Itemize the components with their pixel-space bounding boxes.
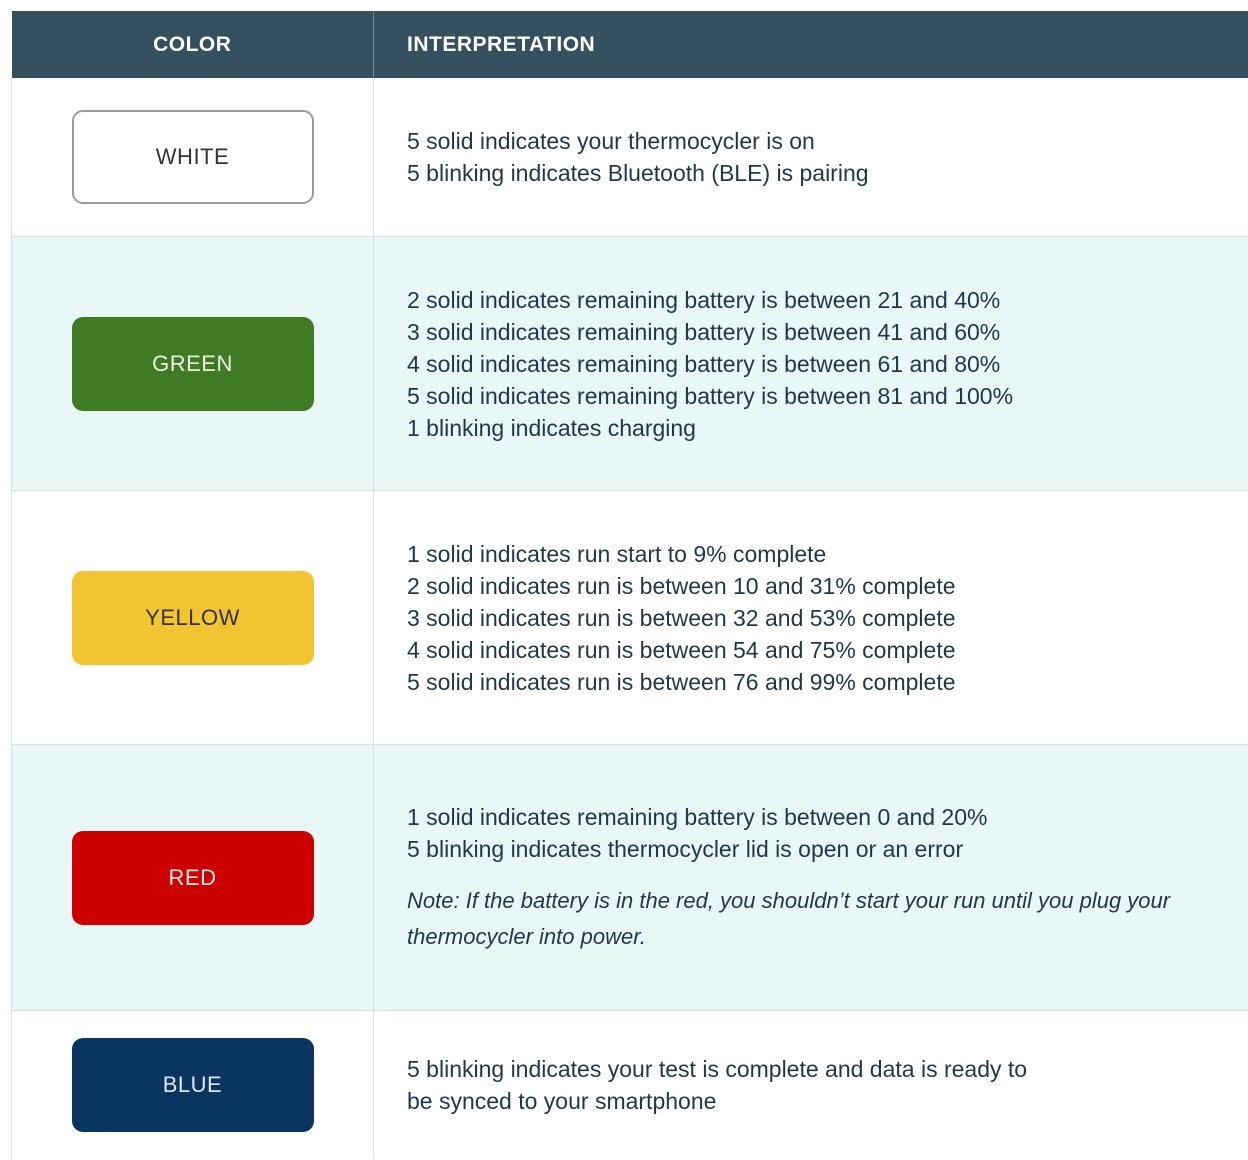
- table-row: YELLOW 1 solid indicates run start to 9%…: [11, 490, 1248, 745]
- interpretation-cell: 5 blinking indicates your test is comple…: [373, 1010, 1248, 1159]
- yellow-swatch: YELLOW: [71, 570, 314, 665]
- interpretation-line: be synced to your smartphone: [407, 1088, 717, 1114]
- interpretation-line: 4 solid indicates run is between 54 and …: [407, 636, 956, 663]
- interpretation-line: 5 solid indicates remaining battery is b…: [407, 382, 1014, 409]
- interpretation-line: 1 solid indicates run start to 9% comple…: [407, 540, 827, 567]
- interpretation-line: 5 solid indicates run is between 76 and …: [407, 668, 956, 695]
- interpretation-line: 5 blinking indicates thermocycler lid is…: [407, 835, 964, 862]
- interpretation-line: 2 solid indicates run is between 10 and …: [407, 572, 956, 599]
- color-cell: WHITE: [11, 78, 374, 237]
- table-row: BLUE 5 blinking indicates your test is c…: [11, 1010, 1248, 1159]
- color-cell: RED: [11, 744, 374, 1011]
- red-swatch: RED: [71, 830, 314, 925]
- note-text-continued: thermocycler into power.: [407, 923, 646, 949]
- color-cell: GREEN: [11, 236, 374, 491]
- white-swatch: WHITE: [71, 110, 314, 204]
- interpretation-line: 1 blinking indicates charging: [407, 414, 696, 441]
- interpretation-column-header: INTERPRETATION: [373, 11, 1248, 78]
- interpretation-cell: 5 solid indicates your thermocycler is o…: [373, 78, 1248, 237]
- interpretation-cell: 1 solid indicates remaining battery is b…: [373, 744, 1248, 1011]
- table-header-row: COLOR INTERPRETATION: [11, 11, 1248, 78]
- interpretation-cell: 2 solid indicates remaining battery is b…: [373, 236, 1248, 491]
- table-row: WHITE 5 solid indicates your thermocycle…: [11, 78, 1248, 237]
- color-cell: BLUE: [11, 1010, 374, 1159]
- interpretation-line: 2 solid indicates remaining battery is b…: [407, 286, 1001, 313]
- table-row: GREEN 2 solid indicates remaining batter…: [11, 236, 1248, 491]
- interpretation-cell: 1 solid indicates run start to 9% comple…: [373, 490, 1248, 745]
- note-text: If the battery is in the red, you should…: [459, 887, 1171, 913]
- blue-swatch: BLUE: [71, 1038, 314, 1132]
- green-swatch: GREEN: [71, 316, 314, 411]
- note-label: Note:: [407, 887, 460, 913]
- led-color-table: COLOR INTERPRETATION WHITE 5 solid indic…: [11, 11, 1248, 1159]
- table-row: RED 1 solid indicates remaining battery …: [11, 744, 1248, 1011]
- interpretation-line: 5 blinking indicates your test is comple…: [407, 1056, 1028, 1082]
- interpretation-line: 5 solid indicates your thermocycler is o…: [407, 128, 815, 154]
- interpretation-line: 5 blinking indicates Bluetooth (BLE) is …: [407, 160, 869, 186]
- interpretation-line: 4 solid indicates remaining battery is b…: [407, 350, 1001, 377]
- interpretation-line: 1 solid indicates remaining battery is b…: [407, 803, 988, 830]
- interpretation-line: 3 solid indicates remaining battery is b…: [407, 318, 1001, 345]
- battery-note: Note: If the battery is in the red, you …: [407, 883, 1237, 955]
- interpretation-line: 3 solid indicates run is between 32 and …: [407, 604, 956, 631]
- page: COLOR INTERPRETATION WHITE 5 solid indic…: [0, 0, 1248, 1160]
- color-cell: YELLOW: [11, 490, 374, 745]
- color-column-header: COLOR: [11, 11, 374, 78]
